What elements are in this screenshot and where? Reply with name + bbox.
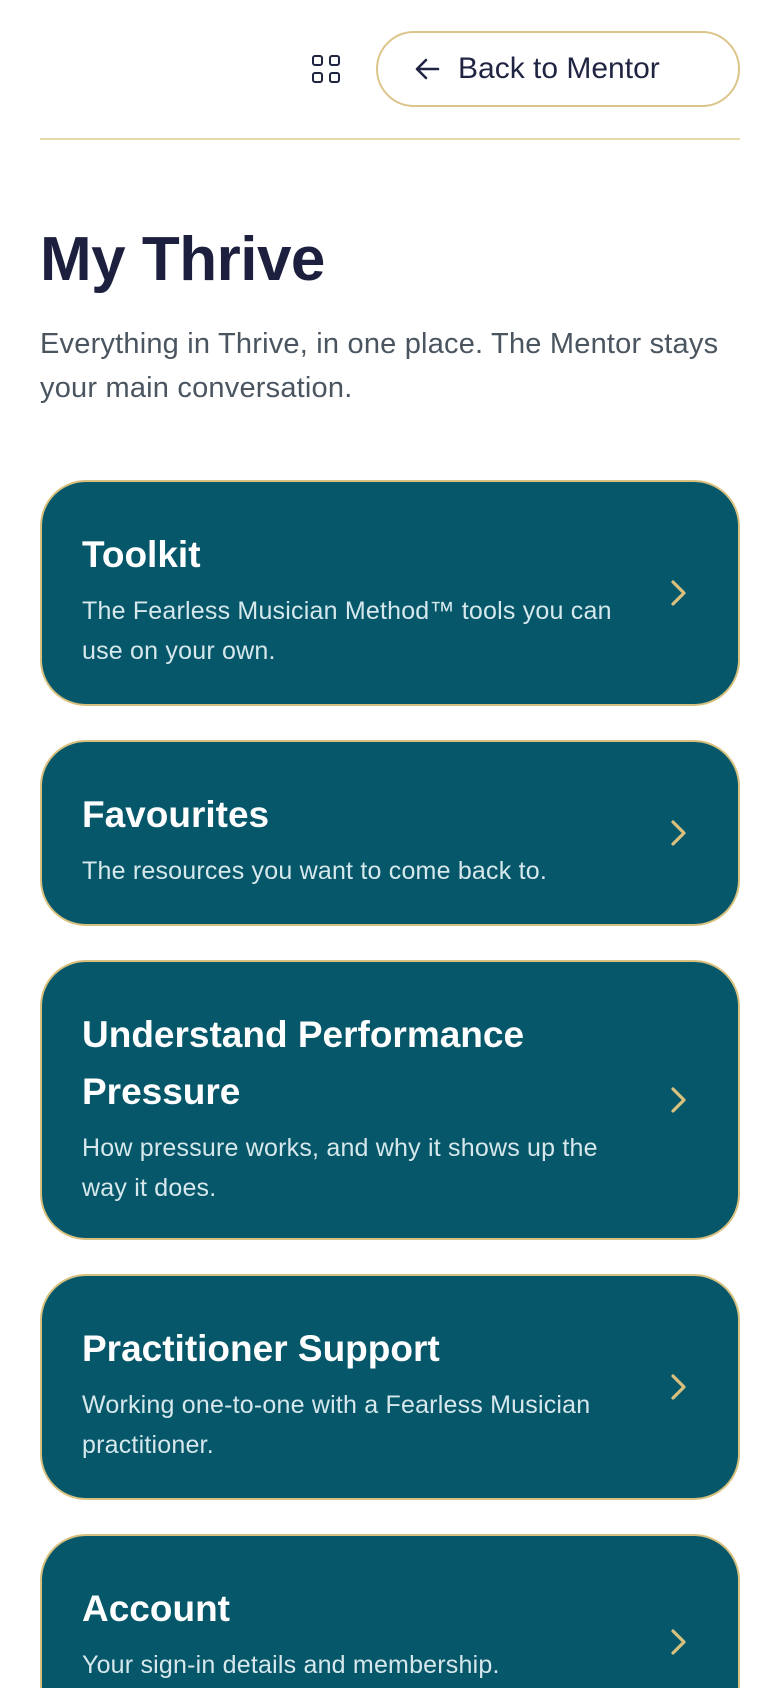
card-understand-performance-pressure[interactable]: Understand Performance Pressure How pres…: [40, 960, 740, 1241]
grid-icon[interactable]: [312, 55, 340, 83]
card-account[interactable]: Account Your sign-in details and members…: [40, 1534, 740, 1688]
chevron-right-icon: [671, 1087, 686, 1113]
card-practitioner-support[interactable]: Practitioner Support Working one-to-one …: [40, 1274, 740, 1501]
chevron-right-icon: [671, 820, 686, 846]
card-description: The resources you want to come back to.: [82, 857, 547, 886]
chevron-right-icon: [671, 580, 686, 606]
card-description: The Fearless Musician Method™ tools you …: [82, 597, 612, 666]
back-to-mentor-button[interactable]: Back to Mentor: [376, 31, 740, 107]
card-title: Understand Performance Pressure: [82, 1014, 525, 1113]
grid-cell: [312, 72, 323, 83]
card-favourites[interactable]: Favourites The resources you want to com…: [40, 740, 740, 927]
card-description: Working one-to-one with a Fearless Music…: [82, 1391, 591, 1460]
my-thrive-page: Back to Mentor My Thrive Everything in T…: [0, 0, 780, 1688]
card-title: Practitioner Support: [82, 1328, 440, 1370]
page-title: My Thrive: [40, 225, 325, 294]
top-bar: Back to Mentor: [40, 0, 740, 140]
arrow-left-icon: [415, 58, 440, 80]
chevron-right-icon: [671, 1629, 686, 1655]
card-title: Toolkit: [82, 534, 201, 576]
grid-cell: [312, 55, 323, 66]
card-description: How pressure works, and why it shows up …: [82, 1134, 598, 1203]
page-subtitle: Everything in Thrive, in one place. The …: [40, 328, 719, 405]
card-title: Account: [82, 1588, 230, 1630]
chevron-right-icon: [671, 1374, 686, 1400]
grid-cell: [329, 55, 340, 66]
card-title: Favourites: [82, 794, 270, 836]
card-toolkit[interactable]: Toolkit The Fearless Musician Method™ to…: [40, 480, 740, 707]
card-list: Toolkit The Fearless Musician Method™ to…: [40, 480, 740, 1688]
back-button-label: Back to Mentor: [458, 52, 660, 85]
grid-cell: [329, 72, 340, 83]
card-description: Your sign-in details and membership.: [82, 1651, 500, 1680]
